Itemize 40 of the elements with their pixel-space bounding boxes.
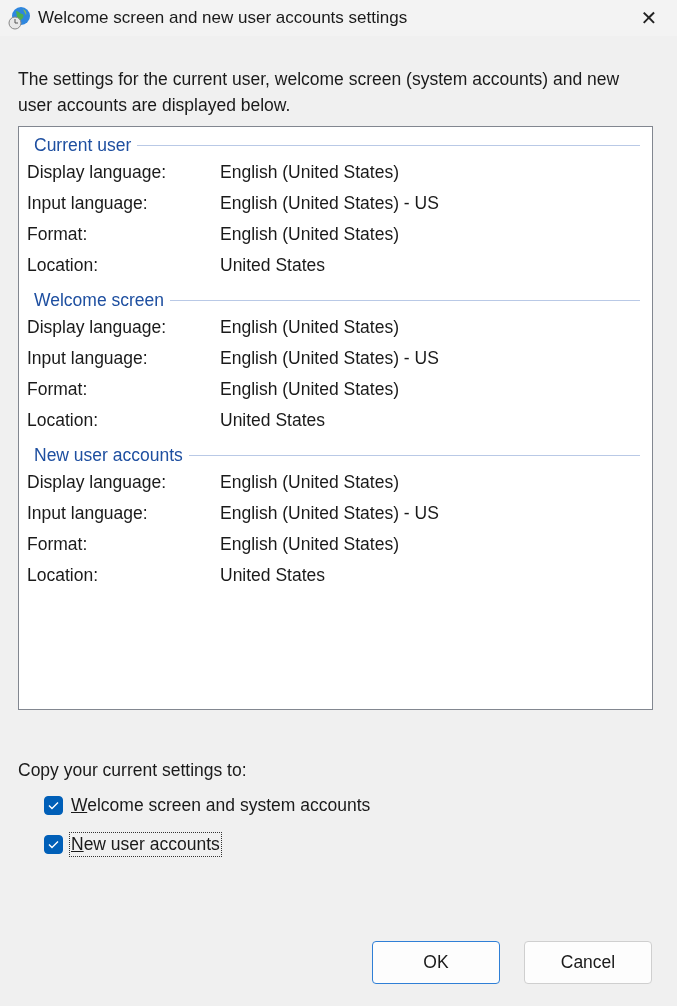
setting-value: English (United States) - US — [220, 193, 439, 214]
setting-value: English (United States) - US — [220, 348, 439, 369]
setting-value: United States — [220, 410, 326, 431]
setting-value: English (United States) — [220, 472, 399, 493]
setting-label: Format: — [27, 534, 89, 555]
setting-value: English (United States) — [220, 317, 399, 338]
setting-value: English (United States) — [220, 534, 399, 555]
close-button[interactable]: ✕ — [629, 2, 669, 34]
checkbox-label[interactable]: New user accounts — [69, 832, 222, 857]
window-title: Welcome screen and new user accounts settings — [38, 8, 409, 28]
checkbox[interactable] — [44, 796, 63, 815]
globe-clock-icon — [8, 6, 32, 30]
setting-value: English (United States) — [220, 379, 399, 400]
setting-label: Display language: — [27, 317, 168, 338]
setting-label: Input language: — [27, 503, 149, 524]
checkbox[interactable] — [44, 835, 63, 854]
setting-label: Location: — [27, 565, 100, 586]
setting-label: Format: — [27, 224, 89, 245]
setting-label: Display language: — [27, 162, 168, 183]
ok-button[interactable]: OK — [372, 941, 500, 984]
setting-label: Format: — [27, 379, 89, 400]
setting-value: United States — [220, 565, 326, 586]
setting-value: English (United States) — [220, 162, 399, 183]
setting-value: English (United States) — [220, 224, 399, 245]
checkmark-icon — [48, 801, 59, 810]
intro-text: The settings for the current user, welcome screen (system accounts) and new user accounts are displayed below. — [18, 68, 621, 117]
setting-label: Location: — [27, 255, 100, 276]
cancel-button[interactable]: Cancel — [524, 941, 652, 984]
setting-label: Location: — [27, 410, 100, 431]
checkmark-icon — [48, 840, 59, 849]
checkbox-label[interactable]: Welcome screen and system accounts — [69, 793, 373, 818]
setting-label: Input language: — [27, 348, 149, 369]
setting-label: Input language: — [27, 193, 149, 214]
group-title: Current user — [34, 134, 132, 156]
group-title: New user accounts — [34, 444, 183, 466]
setting-value: United States — [220, 255, 326, 276]
setting-value: English (United States) - US — [220, 503, 439, 524]
setting-label: Display language: — [27, 472, 168, 493]
group-title: Welcome screen — [34, 289, 164, 311]
copy-label: Copy your current settings to: — [18, 760, 248, 781]
